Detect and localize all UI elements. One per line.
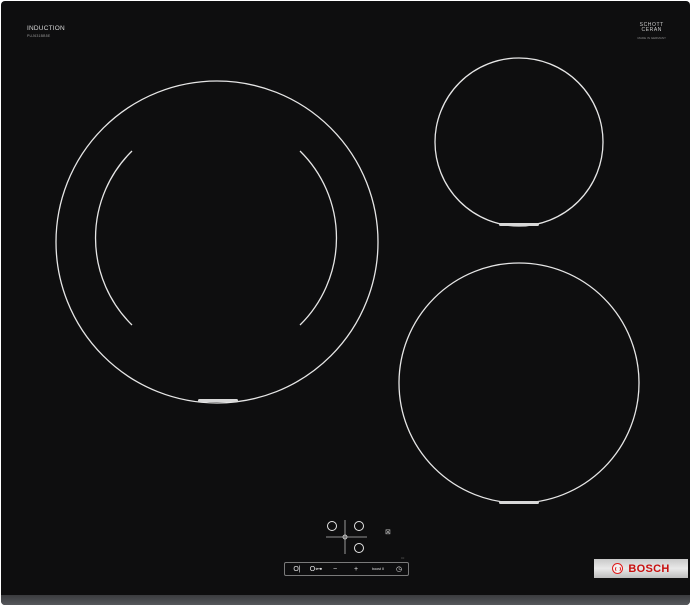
timer-icon[interactable]: ◷	[393, 564, 405, 575]
selector-top-right[interactable]	[354, 521, 364, 531]
mode-mark: ≈≈	[401, 556, 405, 560]
power-button[interactable]: O|	[291, 564, 303, 575]
selector-bottom[interactable]	[354, 543, 364, 553]
zone-medium-ring	[398, 262, 640, 504]
touch-control-strip: O| O⊶ − + boost II ◷	[284, 562, 409, 576]
zone-large-inner-arc-right	[299, 150, 338, 326]
boost-button[interactable]: boost II	[367, 564, 389, 575]
cooktop-frame	[1, 595, 690, 605]
cooking-zone-small[interactable]	[434, 57, 604, 227]
brand-badge: BOSCH	[594, 559, 688, 578]
minus-button[interactable]: −	[330, 564, 340, 575]
cooking-zone-large[interactable]	[55, 80, 379, 404]
brand-name: BOSCH	[628, 562, 670, 575]
zone-medium-marker	[499, 501, 539, 504]
lock-icon[interactable]: ⊠	[385, 528, 391, 536]
zone-small-marker	[499, 223, 539, 226]
zone-small-ring	[434, 57, 604, 227]
zone-large-outer-ring	[55, 80, 379, 404]
cooking-zone-medium[interactable]	[398, 262, 640, 504]
plus-button[interactable]: +	[351, 564, 361, 575]
cooking-zones	[55, 57, 640, 554]
zone-large-marker	[198, 399, 238, 402]
cooktop-glass: INDUCTION PUJ631BB5E SCHOTT CERAN MADE I…	[1, 1, 690, 605]
zone-large-inner-arc-left	[94, 150, 133, 326]
zone-selector-icon[interactable]	[326, 520, 367, 554]
bosch-logo-icon	[612, 563, 624, 574]
selector-top-left[interactable]	[327, 521, 337, 531]
child-lock-button[interactable]: O⊶	[309, 564, 323, 575]
